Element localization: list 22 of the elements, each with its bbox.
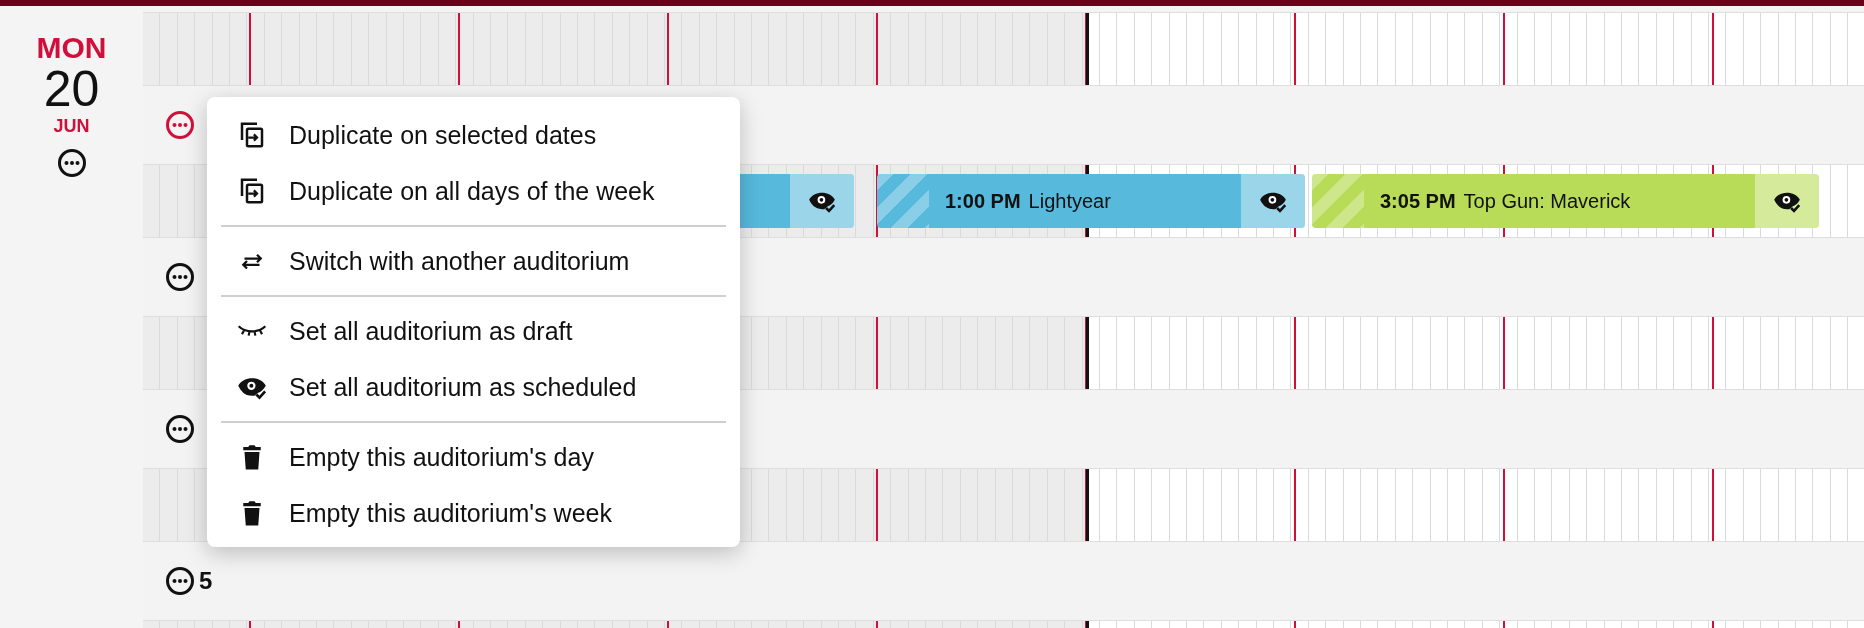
showtime-time: 1:00 PM <box>945 189 1021 213</box>
day-number: 20 <box>43 64 100 114</box>
closed-eye-icon <box>237 325 267 337</box>
movie-title: Lightyear <box>1028 189 1112 213</box>
more-options-icon[interactable] <box>165 414 195 444</box>
more-options-icon[interactable] <box>165 262 195 292</box>
more-options-icon[interactable] <box>56 148 87 178</box>
menu-item[interactable]: Duplicate on all days of the week <box>207 163 740 219</box>
menu-item[interactable]: Set all auditorium as draft <box>207 303 740 359</box>
weekday-label: MON <box>36 32 107 64</box>
menu-item[interactable]: Duplicate on selected dates <box>207 107 740 163</box>
showtime-bar[interactable]: 1:00 PM Lightyear <box>877 174 1305 228</box>
more-options-icon[interactable] <box>165 566 195 596</box>
movie-title: Top Gun: Maverick <box>1463 189 1632 213</box>
month-label: JUN <box>53 115 90 138</box>
menu-item[interactable]: Empty this auditorium's day <box>207 429 740 485</box>
menu-item[interactable]: Empty this auditorium's week <box>207 485 740 541</box>
showtime-bar[interactable]: 3:05 PM Top Gun: Maverick <box>1312 174 1819 228</box>
menu-item[interactable]: Set all auditorium as scheduled <box>207 359 740 415</box>
showtime-time: 3:05 PM <box>1380 189 1456 213</box>
auditorium-label: 5 <box>199 567 213 595</box>
menu-item[interactable]: Switch with another auditorium <box>207 233 740 289</box>
